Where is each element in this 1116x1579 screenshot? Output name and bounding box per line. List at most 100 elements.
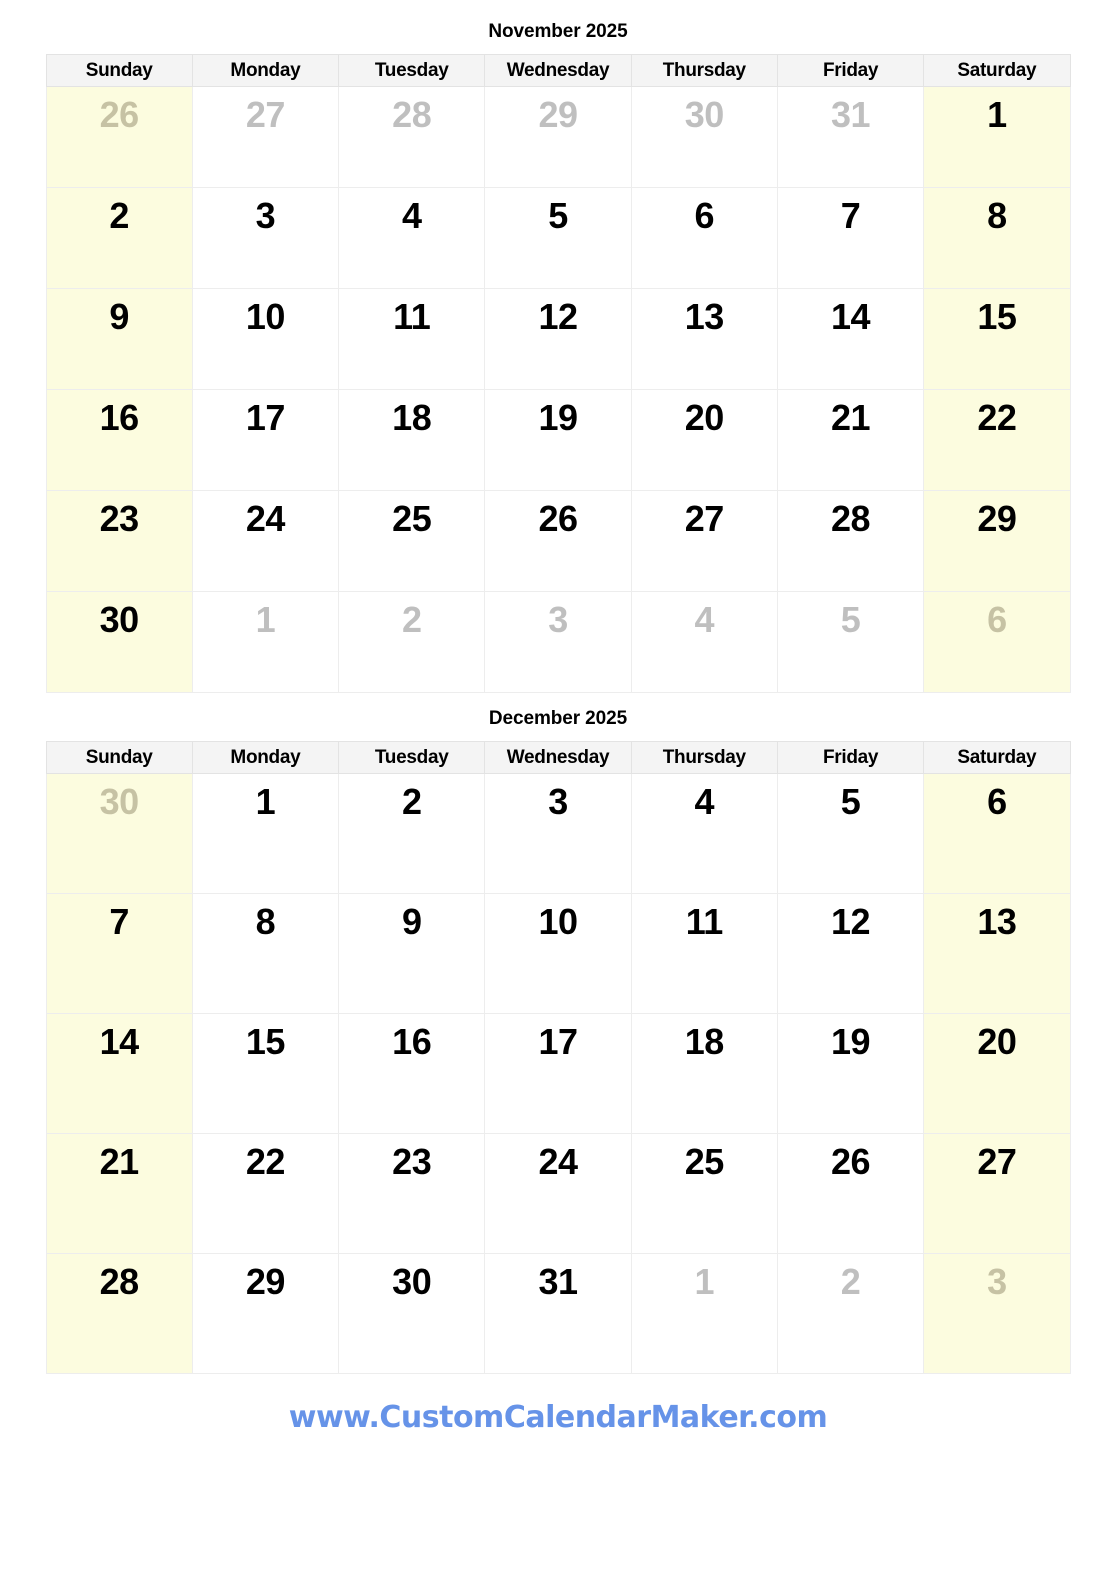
calendar-day-cell[interactable]: 2	[45, 187, 193, 289]
calendar-day-cell[interactable]: 6	[923, 773, 1071, 894]
day-number: 14	[831, 296, 871, 337]
calendar-day-cell[interactable]: 20	[630, 389, 778, 491]
calendar-day-cell[interactable]: 18	[338, 389, 486, 491]
calendar-day-cell[interactable]: 19	[776, 1013, 925, 1134]
calendar-day-cell[interactable]: 5	[776, 591, 925, 693]
calendar-day-cell[interactable]: 28	[338, 86, 486, 188]
calendar-week-row: 21 22 23 24 25 26 27	[45, 1133, 1071, 1254]
day-number: 3	[987, 1261, 1007, 1302]
calendar-day-cell[interactable]: 25	[630, 1133, 778, 1254]
calendar-day-cell[interactable]: 26	[484, 490, 632, 592]
calendar-day-cell[interactable]: 4	[630, 773, 778, 894]
calendar-day-cell[interactable]: 3	[923, 1253, 1071, 1374]
calendar-day-cell[interactable]: 1	[630, 1253, 778, 1374]
day-number: 5	[548, 195, 568, 236]
calendar-day-cell[interactable]: 9	[45, 288, 193, 390]
calendar-day-cell[interactable]: 29	[484, 86, 632, 188]
calendar-day-cell[interactable]: 17	[484, 1013, 632, 1134]
calendar-day-cell[interactable]: 2	[338, 773, 486, 894]
calendar-day-cell[interactable]: 26	[45, 86, 193, 188]
calendar-day-cell[interactable]: 3	[484, 773, 632, 894]
calendar-day-cell[interactable]: 24	[484, 1133, 632, 1254]
calendar-day-cell[interactable]: 13	[923, 893, 1071, 1014]
weekday-header-row-november: Sunday Monday Tuesday Wednesday Thursday…	[45, 54, 1071, 87]
calendar-day-cell[interactable]: 30	[45, 591, 193, 693]
calendar-day-cell[interactable]: 18	[630, 1013, 778, 1134]
top-spacer	[0, 0, 1116, 22]
calendar-day-cell[interactable]: 28	[45, 1253, 193, 1374]
day-number: 19	[831, 1021, 871, 1062]
calendar-day-cell[interactable]: 1	[191, 773, 340, 894]
day-number: 27	[684, 498, 725, 539]
calendar-day-cell[interactable]: 4	[630, 591, 778, 693]
calendar-day-cell[interactable]: 30	[630, 86, 778, 188]
calendar-day-cell[interactable]: 25	[338, 490, 486, 592]
calendar-day-cell[interactable]: 4	[338, 187, 486, 289]
calendar-day-cell[interactable]: 21	[45, 1133, 193, 1254]
calendar-day-cell[interactable]: 16	[338, 1013, 486, 1134]
calendar-day-cell[interactable]: 15	[191, 1013, 340, 1134]
day-number: 31	[538, 1261, 578, 1302]
calendar-day-cell[interactable]: 3	[484, 591, 632, 693]
calendar-day-cell[interactable]: 22	[923, 389, 1071, 491]
calendar-day-cell[interactable]: 10	[484, 893, 632, 1014]
calendar-day-cell[interactable]: 11	[630, 893, 778, 1014]
calendar-day-cell[interactable]: 2	[338, 591, 486, 693]
calendar-day-cell[interactable]: 7	[776, 187, 925, 289]
calendar-day-cell[interactable]: 27	[923, 1133, 1071, 1254]
calendar-day-cell[interactable]: 31	[484, 1253, 632, 1374]
day-number: 1	[255, 781, 276, 822]
calendar-day-cell[interactable]: 19	[484, 389, 632, 491]
calendar-day-cell[interactable]: 11	[338, 288, 486, 390]
calendar-day-cell[interactable]: 31	[776, 86, 925, 188]
calendar-week-row: 7 8 9 10 11 12 13	[45, 893, 1071, 1014]
day-number: 30	[392, 1261, 432, 1302]
calendar-day-cell[interactable]: 8	[923, 187, 1071, 289]
calendar-day-cell[interactable]: 13	[630, 288, 778, 390]
calendar-day-cell[interactable]: 6	[923, 591, 1071, 693]
calendar-day-cell[interactable]: 10	[191, 288, 340, 390]
title-gap	[46, 41, 1071, 54]
weekday-header-thursday: Thursday	[630, 741, 778, 774]
day-number: 13	[684, 296, 725, 337]
calendar-day-cell[interactable]: 17	[191, 389, 340, 491]
calendar-day-cell[interactable]: 22	[191, 1133, 340, 1254]
calendar-day-cell[interactable]: 29	[191, 1253, 340, 1374]
calendar-day-cell[interactable]: 5	[776, 773, 925, 894]
month-block-december: December 2025 Sunday Monday Tuesday Wedn…	[45, 709, 1071, 1374]
calendar-day-cell[interactable]: 23	[45, 490, 193, 592]
calendar-day-cell[interactable]: 14	[45, 1013, 193, 1134]
calendar-day-cell[interactable]: 1	[923, 86, 1071, 188]
calendar-day-cell[interactable]: 12	[776, 893, 925, 1014]
calendar-day-cell[interactable]: 16	[45, 389, 193, 491]
weekday-header-friday: Friday	[776, 741, 925, 774]
table-header-row: Sunday Monday Tuesday Wednesday Thursday…	[45, 741, 1071, 774]
calendar-day-cell[interactable]: 3	[191, 187, 340, 289]
calendar-day-cell[interactable]: 8	[191, 893, 340, 1014]
calendar-day-cell[interactable]: 26	[776, 1133, 925, 1254]
calendar-day-cell[interactable]: 12	[484, 288, 632, 390]
day-number: 15	[245, 1021, 286, 1062]
calendar-day-cell[interactable]: 7	[45, 893, 193, 1014]
calendar-day-cell[interactable]: 21	[776, 389, 925, 491]
calendar-day-cell[interactable]: 2	[776, 1253, 925, 1374]
calendar-day-cell[interactable]: 30	[45, 773, 193, 894]
day-number: 30	[684, 94, 725, 135]
calendar-day-cell[interactable]: 9	[338, 893, 486, 1014]
calendar-day-cell[interactable]: 1	[191, 591, 340, 693]
calendar-day-cell[interactable]: 5	[484, 187, 632, 289]
day-number: 15	[977, 296, 1017, 337]
day-number: 16	[392, 1021, 432, 1062]
calendar-day-cell[interactable]: 24	[191, 490, 340, 592]
calendar-day-cell[interactable]: 20	[923, 1013, 1071, 1134]
calendar-day-cell[interactable]: 30	[338, 1253, 486, 1374]
calendar-day-cell[interactable]: 23	[338, 1133, 486, 1254]
calendar-day-cell[interactable]: 29	[923, 490, 1071, 592]
calendar-day-cell[interactable]: 27	[630, 490, 778, 592]
calendar-day-cell[interactable]: 28	[776, 490, 925, 592]
calendar-day-cell[interactable]: 6	[630, 187, 778, 289]
site-url-link[interactable]: www.CustomCalendarMaker.com	[289, 1400, 828, 1435]
calendar-day-cell[interactable]: 14	[776, 288, 925, 390]
calendar-day-cell[interactable]: 15	[923, 288, 1071, 390]
calendar-day-cell[interactable]: 27	[191, 86, 340, 188]
